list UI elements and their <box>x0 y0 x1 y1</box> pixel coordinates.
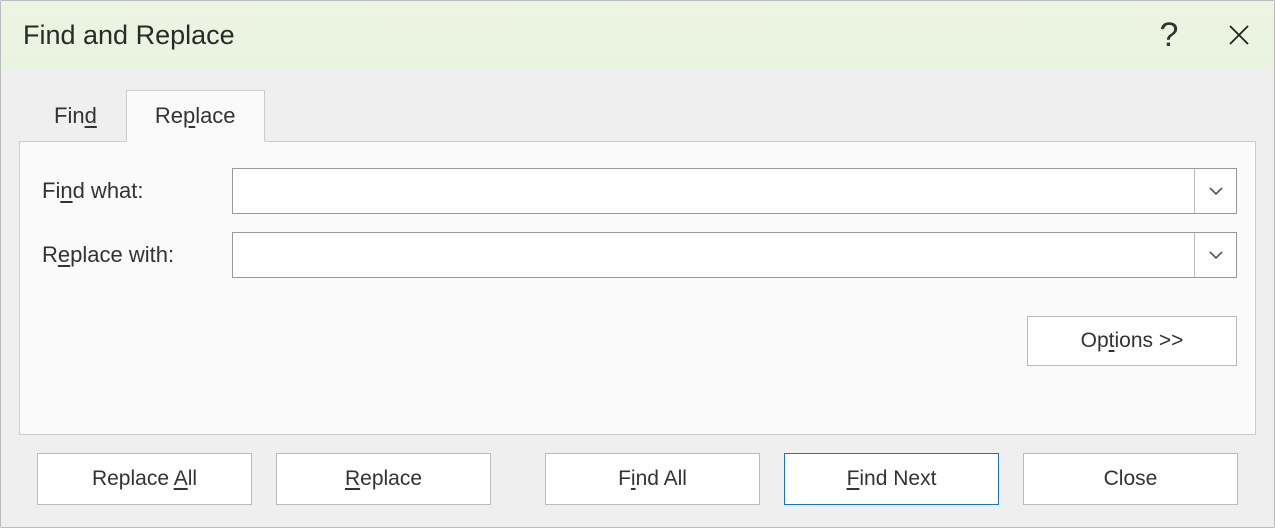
tab-replace[interactable]: Replace <box>126 90 265 142</box>
find-all-button[interactable]: Find All <box>545 453 760 505</box>
tab-find-accel: d <box>85 103 97 128</box>
find-what-row: Find what: <box>42 168 1237 214</box>
tab-replace-accel: p <box>183 103 195 128</box>
replace-with-label: Replace with: <box>42 242 232 268</box>
replace-with-row: Replace with: <box>42 232 1237 278</box>
find-replace-dialog: Find and Replace ? Find Replace Find wha… <box>0 0 1275 528</box>
options-button[interactable]: Options >> <box>1027 316 1237 366</box>
tabs: Find Replace <box>25 89 1256 141</box>
find-what-label: Find what: <box>42 178 232 204</box>
footer-buttons: Replace All Replace Find All Find Next C… <box>19 435 1256 527</box>
find-what-input[interactable] <box>233 169 1194 213</box>
dialog-body: Find Replace Find what: <box>1 69 1274 527</box>
panel: Find what: Replace with: <box>19 141 1256 435</box>
options-row: Options >> <box>42 316 1237 366</box>
replace-with-combo <box>232 232 1237 278</box>
close-icon[interactable] <box>1204 1 1274 69</box>
find-what-dropdown[interactable] <box>1194 169 1236 213</box>
close-button[interactable]: Close <box>1023 453 1238 505</box>
find-what-combo <box>232 168 1237 214</box>
help-button[interactable]: ? <box>1134 1 1204 69</box>
footer-spacer <box>515 453 521 505</box>
tab-replace-pre: Re <box>155 103 183 128</box>
titlebar: Find and Replace ? <box>1 1 1274 69</box>
replace-button[interactable]: Replace <box>276 453 491 505</box>
dialog-title: Find and Replace <box>23 20 1134 51</box>
replace-with-dropdown[interactable] <box>1194 233 1236 277</box>
tab-replace-post: lace <box>195 103 235 128</box>
tab-find-pre: Fin <box>54 103 85 128</box>
find-next-button[interactable]: Find Next <box>784 453 999 505</box>
replace-with-input[interactable] <box>233 233 1194 277</box>
tab-find[interactable]: Find <box>25 90 126 142</box>
titlebar-controls: ? <box>1134 1 1274 69</box>
replace-all-button[interactable]: Replace All <box>37 453 252 505</box>
